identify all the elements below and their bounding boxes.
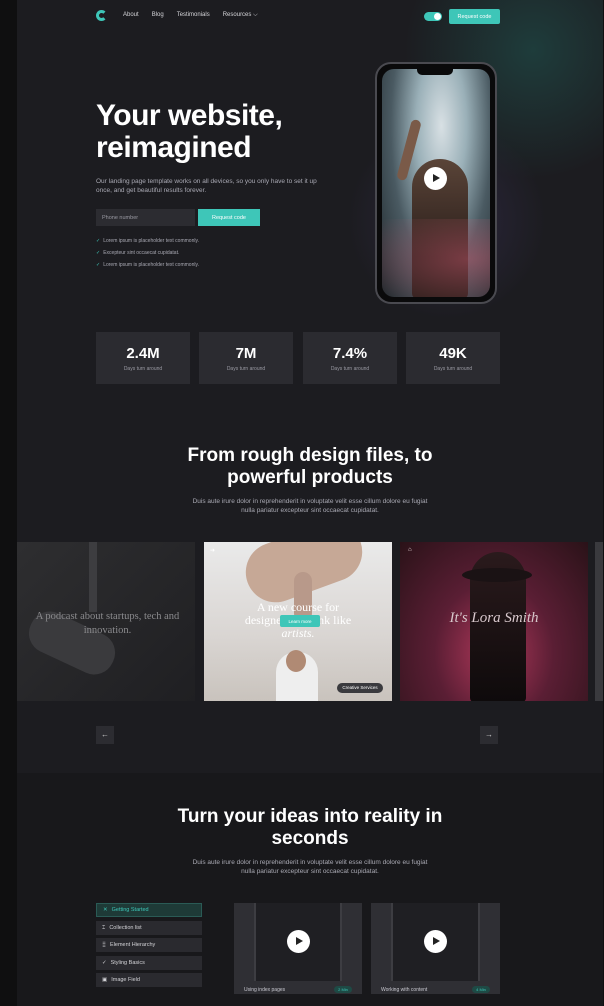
carousel-card-lora[interactable]: ⌂ It's Lora Smith <box>400 542 588 701</box>
card-caption-line3: artists. <box>281 626 315 640</box>
nav-resources[interactable]: Resources ⌵ <box>223 12 258 19</box>
carousel-next-button[interactable]: → <box>480 726 498 744</box>
check-icon: ✓ <box>96 262 101 268</box>
arrow-icon: ➜ <box>210 548 216 554</box>
check-item: ✓ Lorem ipsum is placeholder text commonl… <box>96 238 199 250</box>
tab-image-field[interactable]: ▣ Image Field <box>96 973 202 987</box>
tutorial-tabs: ✕ Getting Started ⌶ Collection list ⣿ Eleme… <box>96 903 202 991</box>
card-caption: It's Lora Smith <box>449 610 539 626</box>
stat-card: 2.4M Days turn around <box>96 332 190 384</box>
section2-subtitle-line2: nulla pariatur excepteur sint occaecat c… <box>241 507 379 514</box>
stat-value: 2.4M <box>126 345 160 362</box>
mic-stand <box>89 542 97 612</box>
section2-title: From rough design files, to powerful pro… <box>17 445 603 489</box>
tab-label: Element Hierarchy <box>110 942 156 948</box>
section3-title-line1: Turn your ideas into reality in <box>177 806 443 827</box>
grid-icon: ⣿ <box>102 942 107 948</box>
video-caption: Working with content <box>381 987 428 993</box>
video-card[interactable]: Using index pages 2 Min <box>234 903 362 994</box>
section3-subtitle: Duis aute irure dolor in reprehenderit i… <box>17 858 603 876</box>
logo-icon[interactable] <box>96 10 107 21</box>
stat-label: Days turn around <box>226 366 266 372</box>
tab-element-hierarchy[interactable]: ⣿ Element Hierarchy <box>96 938 202 952</box>
stat-value: 49K <box>439 345 467 362</box>
section3-subtitle-line2: nulla pariatur excepteur sint occaecat c… <box>241 868 379 875</box>
video-caption: Using index pages <box>244 987 286 993</box>
image-icon: ▣ <box>102 977 108 983</box>
tab-label: Image Field <box>111 977 140 983</box>
hero-subtitle: Our landing page template works on all d… <box>96 178 317 194</box>
section3-subtitle-line1: Duis aute irure dolor in reprehenderit i… <box>192 859 428 866</box>
play-icon[interactable] <box>424 930 447 953</box>
tab-collection-list[interactable]: ⌶ Collection list <box>96 920 202 935</box>
nav-blog[interactable]: Blog <box>152 12 164 19</box>
play-icon[interactable] <box>287 930 310 953</box>
home-icon: ⌂ <box>408 547 412 553</box>
check-icon: ✓ <box>96 238 101 244</box>
landing-page: About Blog Testimonials Resources ⌵ Requ… <box>17 0 603 1006</box>
check-icon: ✓ <box>96 250 101 256</box>
stat-label: Days turn around <box>433 366 473 372</box>
main-nav: About Blog Testimonials Resources ⌵ <box>123 12 258 19</box>
video-length-badge: 4 Min <box>472 986 490 993</box>
section3-title-line2: seconds <box>271 828 349 849</box>
text-cursor-icon: ⌶ <box>102 924 106 931</box>
section3-title: Turn your ideas into reality in seconds <box>17 806 603 850</box>
stat-label: Days turn around <box>123 366 163 372</box>
hero-request-code-button[interactable]: Request code <box>198 209 260 226</box>
tab-label: Collection list <box>109 924 142 931</box>
check-item: ✓ Lorem ipsum is placeholder text commonl… <box>96 262 199 274</box>
theme-toggle[interactable] <box>424 12 442 21</box>
stat-card: 49K Days turn around <box>406 332 500 384</box>
carousel-card-partial[interactable] <box>595 542 603 701</box>
check-label: Excepteur sint occaecat cupidatat. <box>103 250 180 256</box>
section2-title-line1: From rough design files, to <box>187 445 433 466</box>
hero-title: Your website, reimagined <box>96 99 283 164</box>
stat-value: 7.4% <box>332 345 368 362</box>
stat-card: 7.4% Days turn around <box>303 332 397 384</box>
carousel-prev-button[interactable]: ← <box>96 726 114 744</box>
brush-icon: ✓ <box>102 959 107 966</box>
video-card[interactable]: Working with content 4 Min <box>371 903 500 994</box>
play-icon[interactable] <box>424 167 447 190</box>
hero-title-line1: Your website, <box>96 99 283 132</box>
hero-title-line2: reimagined <box>96 131 252 164</box>
stage-haze <box>382 219 490 297</box>
tools-icon: ✕ <box>103 907 108 913</box>
nav-testimonials[interactable]: Testimonials <box>177 12 210 19</box>
phone-notch <box>417 69 453 75</box>
section2-subtitle-line1: Duis aute irure dolor in reprehenderit i… <box>192 498 428 505</box>
phone-mockup <box>375 62 497 304</box>
section2-title-line2: powerful products <box>227 467 393 488</box>
stat-card: 7M Days turn around <box>199 332 293 384</box>
check-label: Lorem ipsum is placeholder text commonly… <box>103 262 199 268</box>
tab-label: Getting Started <box>111 907 149 913</box>
tab-getting-started[interactable]: ✕ Getting Started <box>96 903 202 917</box>
check-label: Lorem ipsum is placeholder text commonly… <box>103 238 199 244</box>
feature-checklist: ✓ Lorem ipsum is placeholder text commonl… <box>96 238 199 274</box>
tab-label: Styling Basics <box>110 959 145 966</box>
site-header: About Blog Testimonials Resources ⌵ Requ… <box>17 0 603 34</box>
hat-image <box>462 568 532 582</box>
check-item: ✓ Excepteur sint occaecat cupidatat. <box>96 250 199 262</box>
stat-value: 7M <box>235 345 257 362</box>
section2-subtitle: Duis aute irure dolor in reprehenderit i… <box>17 497 603 515</box>
phone-number-input[interactable] <box>96 209 195 226</box>
nav-about[interactable]: About <box>123 12 139 19</box>
tab-styling-basics[interactable]: ✓ Styling Basics <box>96 955 202 970</box>
header-request-code-button[interactable]: Request code <box>449 9 500 24</box>
person-head <box>286 650 306 672</box>
stat-label: Days turn around <box>330 366 370 372</box>
video-length-badge: 2 Min <box>334 986 352 993</box>
category-badge: Creative Services <box>337 683 383 693</box>
card-caption: A podcast about startups, tech and innov… <box>35 611 180 636</box>
learn-more-button[interactable]: Learn more <box>280 615 320 627</box>
carousel-card-course[interactable]: ➜ A new course for designers to think li… <box>204 542 392 701</box>
carousel-card-podcast[interactable]: A podcast about startups, tech and innov… <box>17 542 195 701</box>
